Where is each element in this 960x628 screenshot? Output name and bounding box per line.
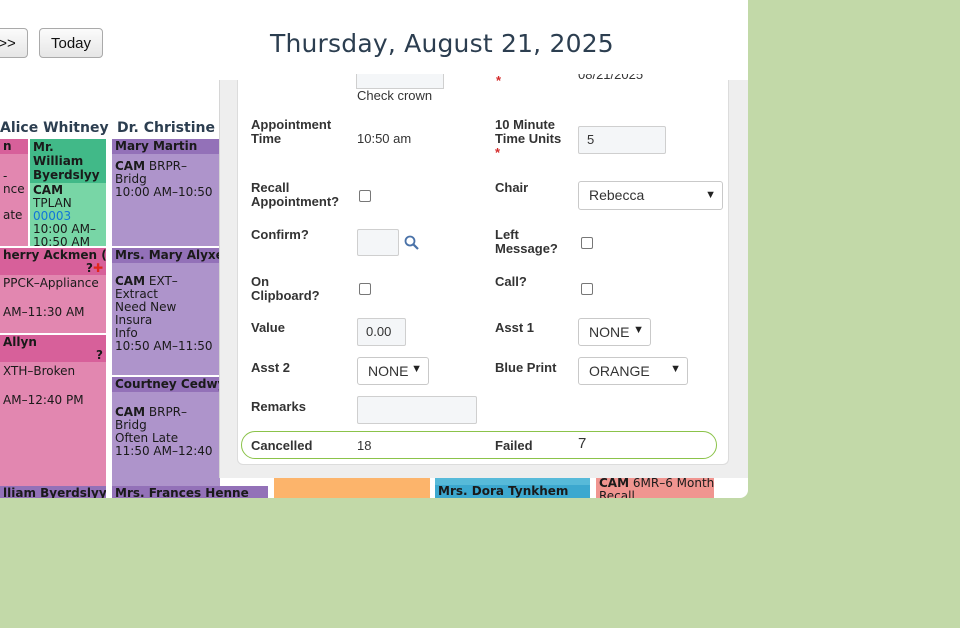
appointment-title: Courtney Cedwy bbox=[112, 377, 220, 392]
remarks-input[interactable] bbox=[357, 396, 477, 424]
appointment-type: PPCK–Appliance bbox=[3, 276, 99, 290]
appointment-title: Mrs. Mary Alyxe bbox=[112, 248, 220, 263]
chair-label: Chair bbox=[495, 180, 529, 195]
left-message-checkbox[interactable] bbox=[581, 237, 593, 249]
appointment-time: 10:50 AM bbox=[33, 235, 90, 247]
next-button[interactable]: >> bbox=[0, 28, 28, 58]
asst1-select[interactable]: NONE ▼ bbox=[578, 318, 651, 346]
question-icon: ? bbox=[85, 261, 93, 275]
appointment-text: ate bbox=[3, 208, 23, 222]
recall-label: Recall Appointment? bbox=[251, 180, 340, 209]
search-icon[interactable] bbox=[404, 235, 419, 250]
chevron-down-icon: ▼ bbox=[633, 324, 644, 336]
asst2-select-value: NONE bbox=[368, 363, 409, 379]
appointment-time: 11:50 AM–12:40 bbox=[115, 444, 213, 458]
failed-label: Failed bbox=[495, 438, 533, 453]
appointment-time-label: Appointment Time bbox=[251, 117, 332, 146]
blueprint-select[interactable]: ORANGE ▼ bbox=[578, 357, 688, 385]
appointment-title: Mrs. Dora Tynkhem bbox=[438, 484, 569, 498]
appointment-title: lliam Byerdslyy bbox=[0, 486, 106, 498]
value-input[interactable]: 0.00 bbox=[357, 318, 406, 346]
clipboard-checkbox[interactable] bbox=[359, 283, 371, 295]
asst2-select[interactable]: NONE ▼ bbox=[357, 357, 429, 385]
chair-select[interactable]: Rebecca ▼ bbox=[578, 181, 723, 210]
appointment-title: herry Ackmen (*) ?✚ bbox=[0, 248, 106, 275]
appointment-time: 10:50 AM–11:50 bbox=[115, 339, 213, 353]
appointment-card[interactable]: Mrs. Mary Alyxe CAM EXT–Extract Need New… bbox=[112, 248, 220, 376]
appointment-code: CAM bbox=[115, 159, 146, 173]
asst1-label: Asst 1 bbox=[495, 320, 535, 335]
appointment-card[interactable]: lliam Byerdslyy bbox=[0, 486, 106, 498]
call-label: Call? bbox=[495, 274, 527, 289]
chevron-down-icon: ▼ bbox=[670, 363, 681, 375]
appointment-title: n bbox=[0, 139, 28, 154]
clipboard-label: On Clipboard? bbox=[251, 274, 320, 303]
procedure-note: Check crown bbox=[357, 88, 433, 103]
failed-count: 7 bbox=[578, 435, 587, 452]
appointment-card[interactable]: Mrs. Frances Henne bbox=[112, 486, 268, 498]
appointment-note: Need New Insura bbox=[115, 300, 177, 327]
appointment-text: nce bbox=[3, 182, 25, 196]
appointment-card[interactable]: Mary Martin CAM BRPR–Bridg 10:00 AM–10:5… bbox=[112, 139, 220, 247]
app-window: >> Today Thursday, August 21, 2025 Alice… bbox=[0, 0, 748, 498]
appointment-note: Recall bbox=[599, 489, 635, 499]
appointment-title: Mary Martin bbox=[112, 139, 220, 154]
appointment-time: AM–12:40 PM bbox=[3, 393, 84, 407]
appointment-card[interactable]: Courtney Cedwy CAM BRPR–Bridg Often Late… bbox=[112, 377, 220, 487]
left-message-label: Left Message? bbox=[495, 227, 558, 256]
remarks-label: Remarks bbox=[251, 399, 306, 414]
today-button[interactable]: Today bbox=[39, 28, 103, 58]
appointment-card[interactable]: Mrs. Dora Tynkhem bbox=[435, 475, 590, 498]
time-units-input[interactable]: 5 bbox=[578, 126, 666, 154]
appointment-time: AM–11:30 AM bbox=[3, 305, 85, 319]
appointment-time-value: 10:50 am bbox=[357, 131, 412, 146]
appointment-code: CAM bbox=[115, 405, 146, 419]
confirm-input[interactable] bbox=[357, 229, 399, 256]
appointment-card[interactable]: herry Ackmen (*) ?✚ PPCK–Appliance AM–11… bbox=[0, 248, 106, 334]
blueprint-select-value: ORANGE bbox=[589, 363, 650, 379]
cancelled-count: 18 bbox=[357, 438, 372, 453]
column-header: Alice Whitney bbox=[0, 120, 109, 136]
appointment-card[interactable]: CAM 6MR–6 Month Recall bbox=[596, 475, 714, 498]
appointment-card[interactable] bbox=[274, 475, 430, 498]
appointment-date: 08/21/2025 bbox=[578, 74, 644, 82]
medical-alert-icon: ✚ bbox=[92, 261, 103, 275]
blueprint-label: Blue Print bbox=[495, 360, 557, 375]
recall-checkbox[interactable] bbox=[359, 190, 371, 202]
asst2-label: Asst 2 bbox=[251, 360, 291, 375]
appointment-code: CAM bbox=[115, 274, 146, 288]
toolbar: >> Today Thursday, August 21, 2025 bbox=[0, 0, 748, 80]
cancelled-label: Cancelled bbox=[251, 438, 313, 453]
appointment-title: Allyn ? bbox=[0, 335, 106, 362]
time-units-label: 10 Minute Time Units * bbox=[495, 117, 562, 160]
asst1-select-value: NONE bbox=[589, 324, 630, 340]
appointment-type: XTH–Broken bbox=[3, 364, 76, 378]
chair-select-value: Rebecca bbox=[589, 187, 645, 203]
appointment-type: 6MR–6 Month bbox=[632, 476, 714, 490]
chevron-down-icon: ▼ bbox=[411, 363, 422, 375]
date-title: Thursday, August 21, 2025 bbox=[270, 29, 614, 58]
procedure-field[interactable] bbox=[356, 74, 444, 89]
appointment-card[interactable]: Allyn ? XTH–Broken AM–12:40 PM bbox=[0, 335, 106, 487]
appointment-title: Mrs. Frances Henne bbox=[112, 486, 268, 498]
required-marker: * bbox=[496, 73, 502, 88]
call-checkbox[interactable] bbox=[581, 283, 593, 295]
question-icon: ? bbox=[96, 348, 103, 362]
chevron-down-icon: ▼ bbox=[705, 189, 716, 201]
appointment-card[interactable]: n - nce ate bbox=[0, 139, 28, 247]
column-header: Dr. Christine F bbox=[117, 120, 227, 136]
value-label: Value bbox=[251, 320, 285, 335]
appointment-time: 10:00 AM–10:50 bbox=[115, 185, 213, 199]
confirm-label: Confirm? bbox=[251, 227, 309, 242]
appointment-card[interactable]: Mr. William Byerdslyy CAM TPLAN 00003 10… bbox=[30, 139, 106, 247]
appointment-code: CAM bbox=[599, 476, 630, 490]
appointment-dialog: Check crown * 08/21/2025 Appointment Tim… bbox=[219, 74, 748, 478]
appointment-form: Check crown * 08/21/2025 Appointment Tim… bbox=[237, 74, 729, 465]
appointment-title: Mr. William Byerdslyy bbox=[30, 139, 106, 183]
